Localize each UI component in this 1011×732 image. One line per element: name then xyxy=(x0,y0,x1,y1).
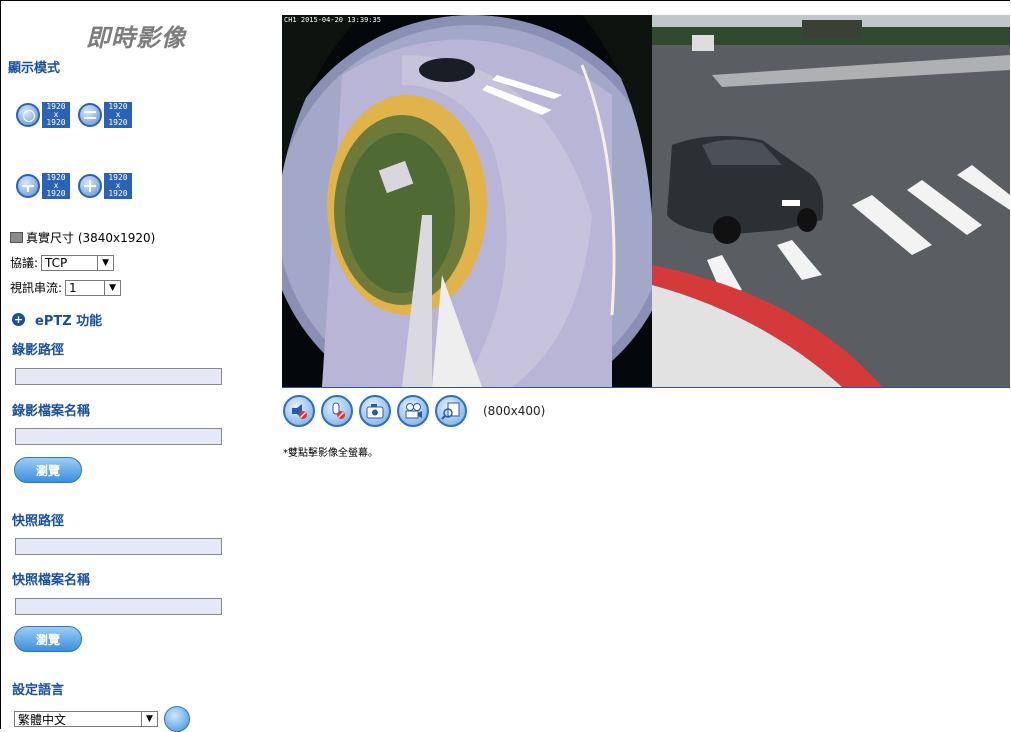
display-mode-row-1: 1920 x 1920 1920 x 1920 xyxy=(16,102,132,128)
mute-mic-button[interactable] xyxy=(321,395,353,427)
single-view-icon xyxy=(16,103,40,127)
apply-language-button[interactable] xyxy=(164,706,190,732)
protocol-select[interactable]: TCP ▼ xyxy=(41,254,115,271)
snapshot-browse-button[interactable]: 瀏覽 xyxy=(14,626,82,652)
mode-single-button[interactable]: 1920 x 1920 xyxy=(16,102,70,128)
resolution-badge: 1920 x 1920 xyxy=(42,102,70,128)
resolution-badge: 1920 x 1920 xyxy=(104,102,132,128)
eptz-toggle[interactable]: + ePTZ 功能 xyxy=(12,310,102,329)
mode-quad-button[interactable]: 1920 x 1920 xyxy=(78,173,132,199)
snapshot-filename-input[interactable] xyxy=(15,598,222,615)
stream-label: 視訊串流: xyxy=(10,281,63,295)
fullscreen-hint: *雙點擊影像全螢幕。 xyxy=(283,448,378,459)
record-path-heading: 錄影路徑 xyxy=(12,343,65,358)
snapshot-button[interactable] xyxy=(359,395,391,427)
chevron-down-icon: ▼ xyxy=(104,280,120,295)
chevron-down-icon: ▼ xyxy=(141,712,157,726)
resolution-badge: 1920 x 1920 xyxy=(104,173,132,199)
live-video-view[interactable]: CH1 2015-04-20 13:39:35 xyxy=(282,15,1010,388)
video-resolution-label: (800x400) xyxy=(483,404,546,418)
panorama-view-icon xyxy=(78,103,102,127)
video-timestamp: CH1 2015-04-20 13:39:35 xyxy=(284,16,381,24)
actual-size-row: 真實尺寸 (3840x1920) xyxy=(10,229,155,246)
mute-audio-icon xyxy=(292,404,307,419)
mute-mic-icon xyxy=(332,402,345,419)
record-filename-input[interactable] xyxy=(15,428,222,445)
snapshot-path-input[interactable] xyxy=(15,538,222,555)
language-value: 繁體中文 xyxy=(18,712,67,727)
resolution-badge: 1920 x 1920 xyxy=(42,173,70,199)
mute-audio-button[interactable] xyxy=(283,395,315,427)
protocol-row: 協議: TCP ▼ xyxy=(10,254,115,271)
mode-dual-button[interactable]: 1920 x 1920 xyxy=(16,173,70,199)
actual-size-checkbox[interactable] xyxy=(10,232,23,243)
display-mode-row-2: 1920 x 1920 1920 x 1920 xyxy=(16,173,132,199)
record-path-input[interactable] xyxy=(15,368,222,385)
eptz-label: ePTZ 功能 xyxy=(35,314,103,329)
stream-row: 視訊串流: 1 ▼ xyxy=(10,279,122,296)
stream-value: 1 xyxy=(69,280,77,295)
snapshot-icon xyxy=(366,404,384,419)
record-button[interactable] xyxy=(397,395,429,427)
mode-panorama-button[interactable]: 1920 x 1920 xyxy=(78,102,132,128)
actual-size-label: 真實尺寸 (3840x1920) xyxy=(26,231,156,245)
record-browse-button[interactable]: 瀏覽 xyxy=(14,457,82,483)
chevron-down-icon: ▼ xyxy=(97,255,113,270)
page-title: 即時影像 xyxy=(86,24,186,52)
snapshot-filename-heading: 快照檔案名稱 xyxy=(12,573,91,588)
quad-view-icon xyxy=(78,174,102,198)
video-frame-image xyxy=(282,15,1010,387)
record-filename-heading: 錄影檔案名稱 xyxy=(12,404,91,419)
zoom-icon xyxy=(441,402,460,420)
video-controls: (800x400) xyxy=(283,395,545,427)
language-heading: 設定語言 xyxy=(12,683,65,698)
dual-view-icon xyxy=(16,174,40,198)
language-row: 繁體中文 ▼ xyxy=(14,706,190,732)
zoom-button[interactable] xyxy=(435,395,467,427)
stream-select[interactable]: 1 ▼ xyxy=(65,279,122,296)
protocol-value: TCP xyxy=(45,255,68,270)
language-select[interactable]: 繁體中文 ▼ xyxy=(14,711,158,727)
record-icon xyxy=(405,403,422,419)
protocol-label: 協議: xyxy=(10,256,39,270)
plus-icon: + xyxy=(12,313,25,326)
snapshot-path-heading: 快照路徑 xyxy=(12,514,65,529)
display-mode-heading: 顯示模式 xyxy=(8,61,61,76)
